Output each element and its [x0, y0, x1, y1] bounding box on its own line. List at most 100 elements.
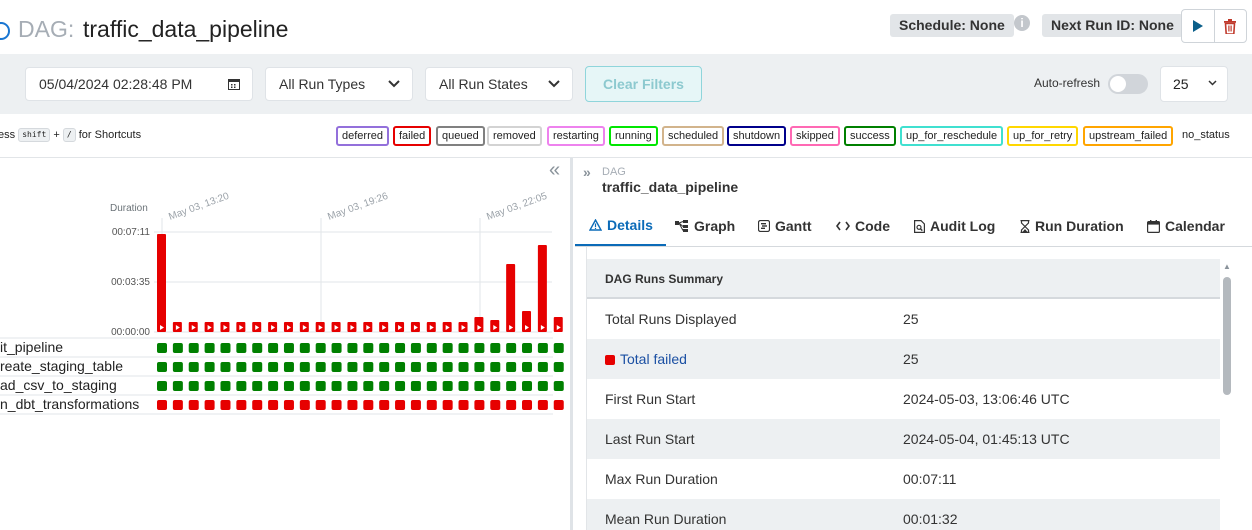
- shortcuts-prefix: ess: [0, 129, 16, 141]
- legend-upstream-failed[interactable]: upstream_failed: [1083, 126, 1174, 146]
- tab-underline: [575, 246, 1252, 247]
- tab-calendar[interactable]: Calendar: [1147, 206, 1225, 246]
- task-instance-square: [157, 362, 167, 372]
- shortcuts-plus: +: [53, 129, 60, 141]
- task-instance-square: [315, 381, 326, 391]
- summary-key: Max Run Duration: [605, 471, 718, 487]
- tab-gantt[interactable]: Gantt: [758, 206, 812, 246]
- task-instance-square: [410, 362, 421, 372]
- tab-graph[interactable]: Graph: [675, 206, 735, 246]
- summary-row-total-runs: Total Runs Displayed 25: [587, 299, 1220, 339]
- task-instance-square: [395, 343, 406, 353]
- run-duration-bar: [537, 245, 547, 332]
- task-instance-square: [522, 400, 533, 410]
- task-instance-square: [410, 343, 421, 353]
- dag-action-buttons: [1181, 9, 1247, 43]
- delete-dag-button[interactable]: [1213, 10, 1246, 42]
- task-instance-square: [537, 362, 548, 372]
- task-instance-square: [426, 362, 437, 372]
- task-instance-square: [363, 400, 374, 410]
- task-instance-square: [553, 343, 564, 353]
- shift-key: shift: [18, 128, 51, 142]
- legend-up-for-reschedule[interactable]: up_for_reschedule: [900, 126, 1004, 146]
- task-instance-square: [395, 362, 406, 372]
- auto-refresh-toggle[interactable]: [1108, 74, 1148, 94]
- schedule-badge: Schedule: None: [890, 14, 1014, 37]
- summary-scrollbar[interactable]: [1223, 277, 1231, 395]
- run-duration-bar: [553, 317, 563, 332]
- task-instance-square: [379, 381, 390, 391]
- task-instance-square: [490, 343, 501, 353]
- legend-queued[interactable]: queued: [436, 126, 485, 146]
- legend-failed[interactable]: failed: [393, 126, 432, 146]
- task-instance-square: [172, 343, 183, 353]
- trigger-dag-button[interactable]: [1182, 10, 1214, 42]
- task-instance-square: [379, 400, 390, 410]
- breadcrumb-dag-name[interactable]: traffic_data_pipeline: [602, 179, 738, 195]
- legend-restarting[interactable]: restarting: [547, 126, 605, 146]
- execution-date-input[interactable]: 05/04/2024 02:28:48 PM: [25, 67, 253, 101]
- panel-resize-handle[interactable]: [570, 158, 573, 530]
- duration-axis-label: Duration: [110, 203, 148, 214]
- task-instance-square: [490, 381, 501, 391]
- info-icon[interactable]: i: [1014, 15, 1030, 31]
- y-tick-label: 00:00:00: [111, 327, 150, 338]
- task-instance-square: [474, 400, 485, 410]
- summary-title: DAG Runs Summary: [587, 259, 1220, 299]
- legend-removed[interactable]: removed: [487, 126, 542, 146]
- legend-up-for-retry[interactable]: up_for_retry: [1007, 126, 1079, 146]
- summary-key-failed[interactable]: Total failed: [605, 339, 687, 379]
- summary-row-first-run: First Run Start 2024-05-03, 13:06:46 UTC: [587, 379, 1220, 419]
- task-instance-square: [442, 343, 453, 353]
- task-instance-square: [315, 400, 326, 410]
- dag-title[interactable]: traffic_data_pipeline: [83, 16, 288, 43]
- tab-details[interactable]: Details: [575, 206, 666, 246]
- task-instance-square: [283, 381, 294, 391]
- filter-bar: 05/04/2024 02:28:48 PM All Run Types All…: [0, 54, 1252, 114]
- task-instance-square: [331, 362, 342, 372]
- task-instance-square: [522, 343, 533, 353]
- task-instance-square: [379, 343, 390, 353]
- task-instance-square: [506, 400, 517, 410]
- legend-deferred[interactable]: deferred: [336, 126, 389, 146]
- task-label[interactable]: ad_csv_to_staging: [0, 377, 117, 393]
- legend-skipped[interactable]: skipped: [790, 126, 840, 146]
- gantt-icon: [758, 220, 770, 232]
- run-states-select[interactable]: All Run States: [425, 67, 573, 101]
- summary-key: Mean Run Duration: [605, 511, 727, 527]
- tab-audit-log[interactable]: Audit Log: [914, 206, 995, 246]
- legend-shutdown[interactable]: shutdown: [727, 126, 787, 146]
- failed-status-icon: [605, 355, 615, 365]
- task-instance-square: [157, 381, 167, 391]
- expand-arrow-icon[interactable]: »: [583, 164, 591, 180]
- scroll-up-icon[interactable]: ▲: [1223, 262, 1231, 271]
- task-label[interactable]: reate_staging_table: [0, 358, 123, 374]
- legend-scheduled[interactable]: scheduled: [662, 126, 725, 146]
- task-instance-square: [299, 381, 310, 391]
- task-instance-square: [474, 343, 485, 353]
- calendar-icon: [1147, 219, 1160, 233]
- task-instance-square: [506, 343, 517, 353]
- task-instance-square: [220, 400, 231, 410]
- run-states-value: All Run States: [439, 76, 528, 92]
- task-instance-square: [220, 362, 231, 372]
- clear-filters-button[interactable]: Clear Filters: [585, 66, 702, 102]
- task-instance-square: [283, 362, 294, 372]
- task-label[interactable]: n_dbt_transformations: [0, 396, 139, 412]
- task-instance-square: [236, 362, 247, 372]
- legend-success[interactable]: success: [844, 126, 896, 146]
- summary-value: 2024-05-04, 01:45:13 UTC: [903, 431, 1070, 447]
- page-size-select[interactable]: 25: [1160, 66, 1228, 102]
- tab-code[interactable]: Code: [836, 206, 890, 246]
- run-types-select[interactable]: All Run Types: [265, 67, 413, 101]
- summary-row-last-run: Last Run Start 2024-05-04, 01:45:13 UTC: [587, 419, 1220, 459]
- task-instance-square: [537, 381, 548, 391]
- task-label[interactable]: it_pipeline: [0, 339, 63, 355]
- task-instance-square: [426, 343, 437, 353]
- tab-run-duration[interactable]: Run Duration: [1020, 206, 1124, 246]
- task-instance-square: [220, 381, 231, 391]
- legend-running[interactable]: running: [609, 126, 658, 146]
- task-instance-square: [204, 343, 215, 353]
- task-instance-square: [283, 400, 294, 410]
- dag-prefix: DAG:: [18, 16, 75, 42]
